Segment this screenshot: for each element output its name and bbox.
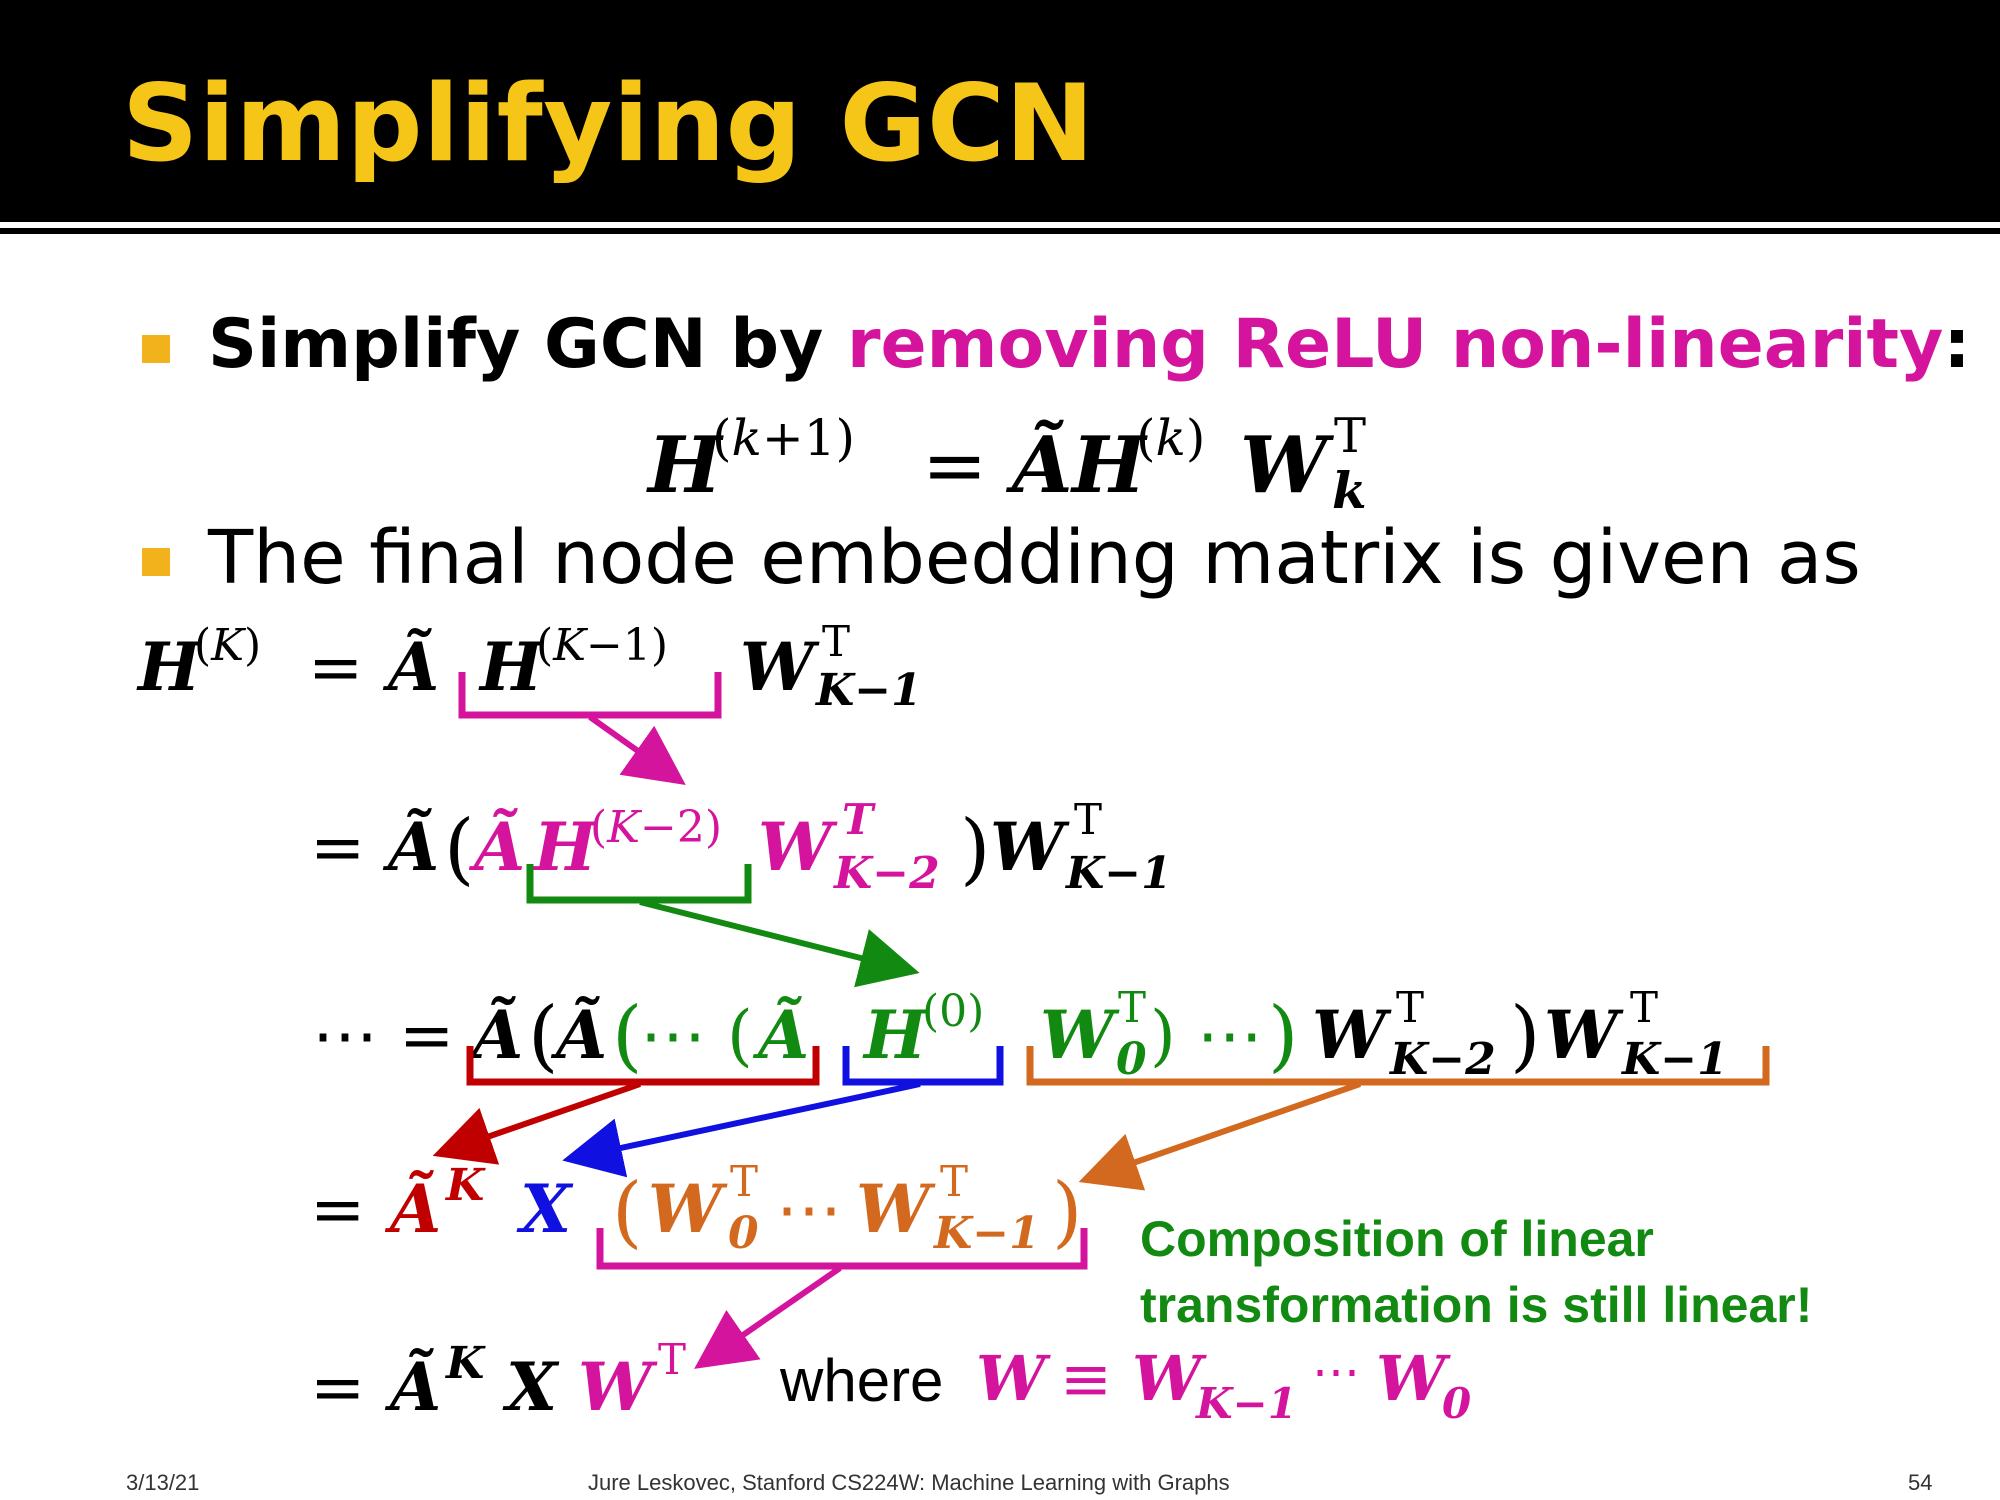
- svg-text:(0): (0): [922, 986, 984, 1037]
- where-definition: W ≡ W K−1 ⋯ W 0: [976, 1342, 1471, 1428]
- equation-line-1: H (K) = Ã H (K−1) W T K−1: [136, 617, 922, 785]
- update-rule-equation: H (k+1) = Ã H (k) W T k: [646, 408, 1367, 520]
- svg-text:(K): (K): [194, 620, 261, 671]
- svg-text:Ã: Ã: [1005, 419, 1073, 511]
- svg-text:⋯ (: ⋯ (: [640, 997, 753, 1074]
- svg-text:(k+1): (k+1): [712, 409, 855, 467]
- svg-text:T: T: [1118, 983, 1146, 1032]
- equation-line-5: = Ã K X W T: [310, 1335, 686, 1426]
- footer-date: 3/13/21: [126, 1470, 200, 1495]
- svg-text:W: W: [1544, 996, 1624, 1074]
- svg-text:(: (: [528, 991, 558, 1081]
- svg-text:(k): (k): [1136, 409, 1205, 467]
- svg-text:Ã: Ã: [752, 996, 809, 1074]
- svg-text:⋯: ⋯: [776, 1171, 842, 1248]
- svg-text:): ): [960, 804, 990, 894]
- svg-text:K−2: K−2: [832, 848, 940, 899]
- svg-text:K−1: K−1: [1620, 1034, 1728, 1085]
- svg-text:0: 0: [1116, 1034, 1147, 1085]
- svg-text:(K−1): (K−1): [536, 620, 668, 671]
- svg-text:X: X: [516, 1170, 574, 1248]
- svg-text:H: H: [532, 808, 599, 886]
- svg-text:=: =: [922, 421, 987, 511]
- svg-text:Ã: Ã: [466, 996, 523, 1074]
- svg-text:=: =: [310, 809, 365, 886]
- svg-text:T: T: [822, 617, 850, 666]
- svg-text:K−1: K−1: [932, 1208, 1040, 1259]
- note-line-2: transformation is still linear!: [1140, 1277, 1813, 1333]
- svg-text:Ã: Ã: [384, 1348, 441, 1426]
- svg-text:K−1: K−1: [814, 665, 922, 716]
- svg-text:W: W: [990, 808, 1070, 886]
- svg-text:K: K: [444, 1338, 486, 1389]
- svg-text:) ⋯: ) ⋯: [1150, 997, 1263, 1074]
- svg-text:(: (: [612, 1167, 642, 1257]
- svg-text:(K−2): (K−2): [590, 802, 722, 853]
- equation-line-2: = Ã ( Ã H (K−2) W T K−2 ) W T K−1: [310, 795, 1172, 988]
- svg-text:H: H: [136, 628, 203, 706]
- svg-text:Ã: Ã: [550, 996, 607, 1074]
- svg-text:T: T: [940, 1157, 968, 1206]
- svg-text:(: (: [612, 991, 642, 1081]
- footer-page-number: 54: [1908, 1470, 1933, 1495]
- svg-text:0: 0: [728, 1208, 759, 1259]
- svg-text:Ã: Ã: [382, 808, 439, 886]
- svg-text:T: T: [842, 795, 876, 844]
- svg-text:K−1: K−1: [1195, 1379, 1297, 1428]
- linear-composition-note: Composition of linear transformation is …: [1140, 1206, 1812, 1338]
- svg-text:K−1: K−1: [1064, 848, 1172, 899]
- svg-text:T: T: [1630, 983, 1658, 1032]
- svg-text:W: W: [856, 1170, 936, 1248]
- svg-text:T: T: [658, 1335, 686, 1384]
- svg-text:W: W: [740, 628, 820, 706]
- svg-text:W: W: [758, 808, 838, 886]
- svg-text:W: W: [1312, 996, 1392, 1074]
- svg-text:T: T: [730, 1157, 758, 1206]
- svg-text:≡: ≡: [1060, 1342, 1112, 1415]
- svg-text:Ã: Ã: [384, 1170, 441, 1248]
- svg-text:K−2: K−2: [1388, 1034, 1496, 1085]
- svg-text:T: T: [1396, 983, 1424, 1032]
- svg-text:H: H: [478, 628, 545, 706]
- where-label: where: [780, 1347, 944, 1414]
- svg-text:): ): [1268, 991, 1298, 1081]
- footer-credit: Jure Leskovec, Stanford CS224W: Machine …: [588, 1470, 1230, 1495]
- svg-text:): ): [1052, 1167, 1082, 1257]
- svg-text:⋯: ⋯: [1312, 1344, 1360, 1400]
- svg-text:=: =: [310, 1349, 365, 1426]
- note-line-1: Composition of linear: [1140, 1211, 1654, 1267]
- svg-text:0: 0: [1442, 1379, 1471, 1428]
- svg-text:H: H: [862, 996, 929, 1074]
- equation-line-4: = Ã K X ( W T 0 ⋯ W T K−1 ): [310, 1157, 1088, 1369]
- equation-line-3: ⋯ = Ã ( Ã ( ⋯ ( Ã H (0) W T 0 ) ⋯ ) W T …: [312, 983, 1770, 1191]
- svg-text:W: W: [1240, 420, 1335, 511]
- svg-text:=: =: [308, 629, 363, 706]
- svg-text:W: W: [1376, 1342, 1451, 1415]
- svg-text:K: K: [444, 1160, 486, 1211]
- svg-text:Ã: Ã: [382, 628, 439, 706]
- svg-text:W: W: [578, 1348, 658, 1426]
- svg-text:W: W: [1040, 996, 1120, 1074]
- svg-text:=: =: [310, 1171, 365, 1248]
- svg-text:(: (: [444, 804, 474, 894]
- svg-text:W: W: [648, 1170, 728, 1248]
- svg-text:X: X: [502, 1348, 560, 1426]
- svg-text:W: W: [976, 1342, 1051, 1415]
- svg-text:Ã: Ã: [468, 808, 525, 886]
- svg-text:T: T: [1334, 408, 1366, 464]
- svg-text:⋯ =: ⋯ =: [312, 997, 454, 1074]
- svg-text:k: k: [1332, 461, 1367, 520]
- svg-text:): ): [1510, 991, 1540, 1081]
- svg-text:T: T: [1074, 795, 1102, 844]
